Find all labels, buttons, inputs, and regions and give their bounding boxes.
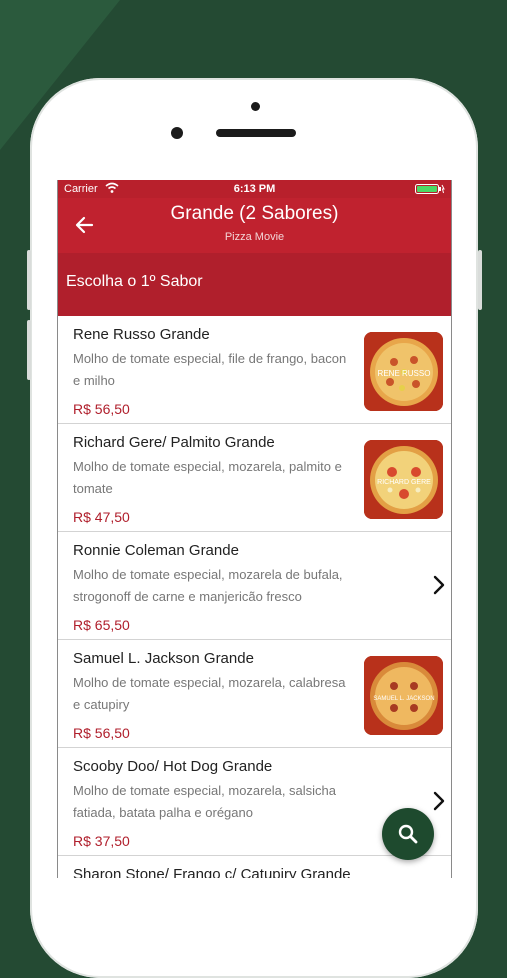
section-header: Escolha o 1º Sabor xyxy=(58,253,451,316)
item-description: Molho de tomate especial, mozarela de bu… xyxy=(73,567,343,604)
phone-side-button xyxy=(27,320,31,380)
list-item[interactable]: Richard Gere/ Palmito Grande Molho de to… xyxy=(58,424,451,532)
pizza-thumbnail: SAMUEL L. JACKSON xyxy=(364,656,443,735)
thumbnail-label: RENE RUSSO xyxy=(378,369,431,378)
item-price: R$ 65,50 xyxy=(73,617,130,633)
item-price: R$ 56,50 xyxy=(73,401,130,417)
item-description: Molho de tomate especial, mozarela, cala… xyxy=(73,675,346,712)
item-price: R$ 47,50 xyxy=(73,509,130,525)
nav-bar: Grande (2 Sabores) Pizza Movie xyxy=(58,198,451,253)
item-name: Scooby Doo/ Hot Dog Grande xyxy=(73,758,273,775)
item-description: Molho de tomate especial, file de frango… xyxy=(73,351,347,388)
page-subtitle: Pizza Movie xyxy=(224,231,285,243)
item-price: R$ 37,50 xyxy=(73,833,130,849)
item-description: Molho de tomate especial, mozarela, sals… xyxy=(73,783,337,820)
pizza-thumbnail: RICHARD GERE xyxy=(364,440,443,519)
thumbnail-label: RICHARD GERE xyxy=(377,479,431,486)
list-item[interactable]: Sharon Stone/ Frango c/ Catupiry Grande xyxy=(58,856,451,878)
pizza-image: SAMUEL L. JACKSON xyxy=(364,656,443,735)
list-item[interactable]: Rene Russo Grande Molho de tomate especi… xyxy=(58,316,451,424)
status-time: 6:13 PM xyxy=(233,183,276,195)
pizza-image: RICHARD GERE xyxy=(364,440,443,519)
app-screen: Carrier 6:13 PM Grande (2 Sabores) Pizza… xyxy=(57,180,452,878)
search-icon xyxy=(398,824,418,844)
item-name: Samuel L. Jackson Grande xyxy=(73,650,254,667)
phone-sensor xyxy=(251,102,260,111)
item-description: Molho de tomate especial, mozarela, palm… xyxy=(73,459,342,496)
item-name: Ronnie Coleman Grande xyxy=(73,542,239,559)
flavor-list: Rene Russo Grande Molho de tomate especi… xyxy=(58,316,451,878)
phone-camera xyxy=(171,127,183,139)
item-price: R$ 56,50 xyxy=(73,725,130,741)
search-button[interactable] xyxy=(382,808,434,860)
item-name: Richard Gere/ Palmito Grande xyxy=(73,434,275,451)
list-item[interactable]: Ronnie Coleman Grande Molho de tomate es… xyxy=(58,532,451,640)
thumbnail-label: SAMUEL L. JACKSON xyxy=(373,696,434,702)
page-title: Grande (2 Sabores) xyxy=(170,203,339,224)
phone-speaker xyxy=(216,129,296,137)
chevron-right-icon xyxy=(433,575,445,595)
pizza-image: RENE RUSSO xyxy=(364,332,443,411)
chevron-right-icon xyxy=(433,791,445,811)
list-item[interactable]: Samuel L. Jackson Grande Molho de tomate… xyxy=(58,640,451,748)
battery-icon xyxy=(415,184,445,194)
status-bar: Carrier 6:13 PM xyxy=(58,180,451,198)
item-name: Rene Russo Grande xyxy=(73,326,210,343)
section-title: Escolha o 1º Sabor xyxy=(66,273,203,290)
phone-side-button xyxy=(478,250,482,310)
phone-side-button xyxy=(27,250,31,310)
pizza-thumbnail: RENE RUSSO xyxy=(364,332,443,411)
item-name: Sharon Stone/ Frango c/ Catupiry Grande xyxy=(73,866,351,878)
